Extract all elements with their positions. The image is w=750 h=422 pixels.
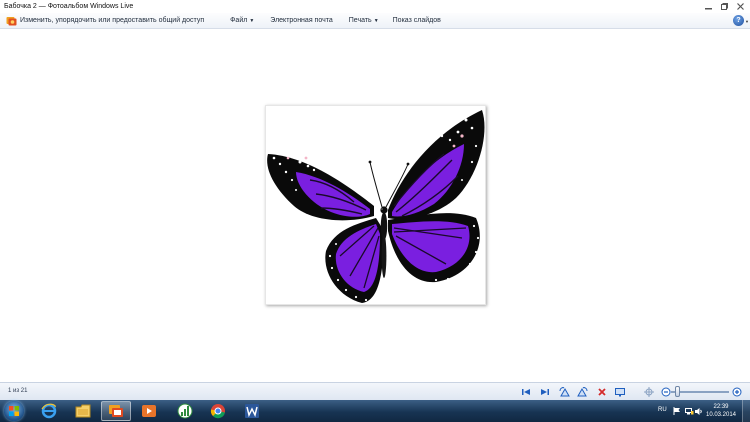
photo-gallery-icon: [6, 16, 17, 25]
previous-button[interactable]: [520, 386, 532, 398]
rotate-right-icon: [576, 387, 587, 397]
minimize-icon: [704, 7, 712, 9]
restore-icon: [720, 2, 728, 10]
taskbar-chrome[interactable]: [203, 401, 233, 421]
minimize-button[interactable]: [700, 0, 716, 12]
internet-explorer-icon: [41, 403, 57, 419]
dropdown-arrow-icon: ▼: [373, 17, 379, 24]
command-bar: Изменить, упорядочить или предоставить о…: [0, 13, 750, 29]
tray-volume-icon[interactable]: [695, 408, 703, 415]
window-controls: [700, 0, 748, 12]
photo-frame[interactable]: [265, 105, 486, 305]
close-icon: [736, 2, 744, 10]
delete-icon: [598, 388, 606, 396]
email-label: Электронная почта: [270, 17, 333, 24]
previous-icon: [522, 389, 530, 395]
taskbar-explorer[interactable]: [68, 401, 98, 421]
slideshow-button[interactable]: Показ слайдов: [387, 13, 447, 29]
start-button[interactable]: [4, 401, 24, 421]
zoom-out-icon: [661, 387, 671, 397]
zoom-slider-thumb[interactable]: [675, 386, 680, 397]
rotate-right-button[interactable]: [576, 386, 588, 398]
print-label: Печать: [348, 17, 372, 24]
taskbar-movie-maker[interactable]: [134, 401, 164, 421]
clock-time: 22:39: [713, 404, 729, 410]
file-menu[interactable]: Файл ▼: [224, 13, 260, 29]
folder-icon: [75, 404, 91, 418]
title-bar: Бабочка 2 — Фотоальбом Windows Live: [0, 0, 750, 13]
slideshow-label: Показ слайдов: [392, 17, 441, 24]
next-icon: [541, 389, 549, 395]
next-button[interactable]: [539, 386, 551, 398]
taskbar-photo-gallery[interactable]: [101, 401, 131, 421]
email-button[interactable]: Электронная почта: [264, 13, 338, 29]
pan-icon: [644, 387, 654, 397]
zoom-in-icon: [732, 387, 742, 397]
taskbar-word[interactable]: [237, 401, 267, 421]
zoom-in-button[interactable]: [731, 386, 743, 398]
window-title: Бабочка 2 — Фотоальбом Windows Live: [4, 3, 134, 10]
help-icon: ?: [736, 17, 741, 24]
taskbar-internet-explorer[interactable]: [34, 401, 64, 421]
dropdown-arrow-icon: ▼: [249, 17, 255, 24]
taskbar-resource-monitor[interactable]: [170, 401, 200, 421]
play-icon: [142, 405, 156, 417]
taskbar: RU 22:39 10.03.2014: [0, 400, 750, 422]
status-bar: 1 из 21: [0, 382, 750, 400]
chart-icon: [177, 403, 193, 419]
close-button[interactable]: [732, 0, 748, 12]
clock-date: 10.03.2014: [705, 412, 737, 418]
chrome-icon: [210, 404, 225, 419]
language-indicator[interactable]: RU: [658, 407, 667, 413]
rotate-left-icon: [559, 387, 570, 397]
maximize-button[interactable]: [716, 0, 732, 12]
butterfly-image: [267, 110, 485, 303]
organize-label: Изменить, упорядочить или предоставить о…: [20, 17, 205, 24]
tray-network-icon[interactable]: [685, 408, 694, 415]
rotate-left-button[interactable]: [558, 386, 570, 398]
file-label: Файл: [230, 17, 248, 24]
delete-button[interactable]: [596, 386, 608, 398]
slideshow-start-button[interactable]: [614, 386, 626, 398]
photo-viewer: [0, 30, 750, 382]
organize-share-menu[interactable]: Изменить, упорядочить или предоставить о…: [6, 13, 210, 29]
tray-flag-icon[interactable]: [673, 407, 681, 415]
windows-logo-icon: [9, 406, 19, 416]
monitor-icon: [615, 387, 625, 396]
show-desktop-button[interactable]: [742, 400, 750, 422]
system-clock[interactable]: 22:39 10.03.2014: [703, 403, 739, 419]
help-button[interactable]: ?: [733, 15, 744, 26]
pan-button[interactable]: [643, 386, 655, 398]
print-menu[interactable]: Печать ▼: [343, 13, 385, 29]
help-dropdown-icon[interactable]: ▼: [745, 19, 749, 24]
photo-gallery-icon: [109, 405, 123, 417]
word-icon: [245, 404, 259, 418]
photo-counter: 1 из 21: [8, 388, 28, 394]
